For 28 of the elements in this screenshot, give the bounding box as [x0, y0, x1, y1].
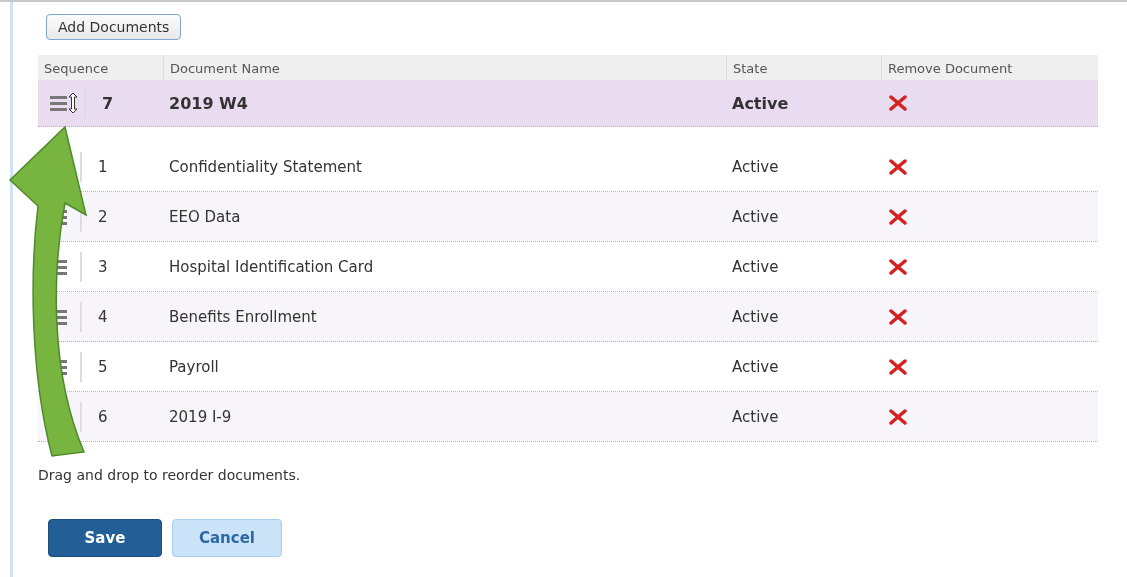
document-state: Active — [731, 307, 780, 326]
dragged-row[interactable]: 7 2019 W4 Active — [38, 80, 1098, 127]
sequence-number: 2 — [98, 207, 108, 226]
column-header: Sequence — [43, 60, 110, 78]
cancel-button[interactable]: Cancel — [172, 519, 282, 557]
add-documents-button[interactable]: Add Documents — [46, 14, 182, 40]
sequence-number: 5 — [98, 357, 108, 376]
document-state: Active — [731, 357, 780, 376]
sequence-number: 7 — [102, 93, 114, 113]
document-name: Hospital Identification Card — [168, 257, 375, 276]
instruction-text: Drag and drop to reorder documents. — [38, 467, 302, 483]
document-state: Active — [731, 93, 790, 113]
document-state: Active — [731, 207, 780, 226]
document-state: Active — [731, 157, 780, 176]
document-name: Payroll — [168, 357, 220, 376]
document-name: EEO Data — [168, 207, 242, 226]
sequence-number: 1 — [98, 157, 108, 176]
sequence-number: 3 — [98, 257, 108, 276]
document-name: Confidentiality Statement — [168, 157, 363, 176]
sequence-number: 6 — [98, 407, 108, 426]
document-name: Benefits Enrollment — [168, 307, 318, 326]
document-name: 2019 W4 — [168, 93, 249, 113]
document-name: 2019 I-9 — [168, 407, 233, 426]
sequence-number: 4 — [98, 307, 108, 326]
document-state: Active — [731, 407, 780, 426]
table-row[interactable]: 6 2019 I-9 Active — [38, 392, 1098, 442]
save-button[interactable]: Save — [48, 519, 162, 557]
document-state: Active — [731, 257, 780, 276]
